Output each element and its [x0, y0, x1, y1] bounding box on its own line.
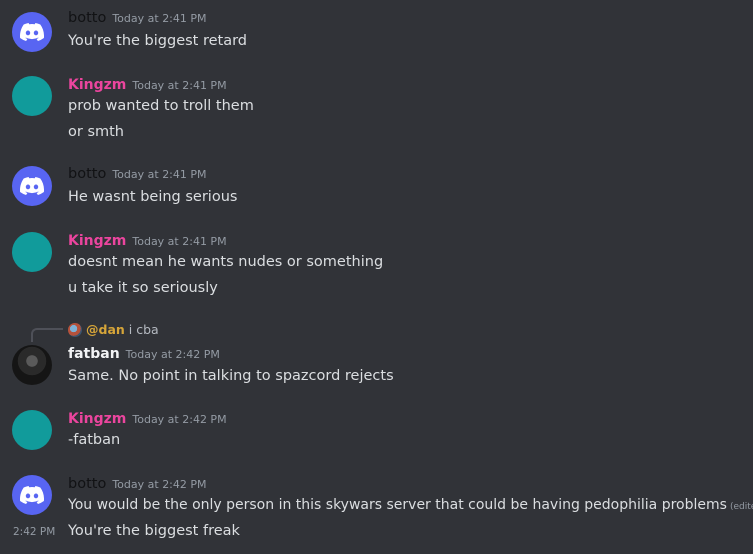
message-text: You're the biggest freak — [68, 523, 240, 539]
reply-text: i cba — [128, 322, 159, 337]
author-name[interactable]: Kingzm Today at 2:41 PM — [68, 233, 227, 249]
avatar[interactable] — [12, 475, 52, 515]
avatar[interactable] — [12, 232, 52, 272]
avatar[interactable] — [12, 345, 52, 385]
edited-label: (edited) — [729, 502, 753, 512]
message-text: Same. No point in talking to spazcord re… — [68, 368, 394, 384]
timestamp: Today at 2:42 PM — [125, 348, 220, 361]
message-text: or smth — [68, 124, 124, 140]
message-text: u take it so seriously — [68, 280, 218, 296]
avatar[interactable] — [12, 166, 52, 206]
reply-avatar — [68, 322, 82, 337]
timestamp: Today at 2:41 PM — [132, 79, 227, 92]
discord-logo-icon — [20, 177, 44, 195]
timestamp: Today at 2:41 PM — [132, 235, 227, 248]
message-text: doesnt mean he wants nudes or something — [68, 254, 384, 270]
timestamp: Today at 2:42 PM — [112, 478, 207, 491]
message-text: You're the biggest retard — [68, 33, 248, 49]
reply-connector — [31, 328, 63, 342]
author-name[interactable]: fatban Today at 2:42 PM — [68, 346, 220, 362]
discord-logo-icon — [20, 486, 44, 504]
avatar[interactable] — [12, 410, 52, 450]
message-text: He wasnt being serious — [68, 189, 238, 205]
avatar[interactable] — [12, 76, 52, 116]
message-text: prob wanted to troll them — [68, 98, 254, 114]
message-text: -fatban — [68, 432, 121, 448]
timestamp: Today at 2:41 PM — [112, 12, 207, 25]
author-name[interactable]: botto Today at 2:42 PM — [68, 476, 207, 492]
reply-author[interactable]: @dan — [86, 322, 125, 337]
discord-logo-icon — [20, 23, 44, 41]
hover-timestamp: 2:42 PM — [13, 526, 56, 538]
avatar[interactable] — [12, 12, 52, 52]
author-name[interactable]: botto Today at 2:41 PM — [68, 10, 207, 26]
author-name[interactable]: Kingzm Today at 2:41 PM — [68, 77, 227, 93]
timestamp: Today at 2:41 PM — [112, 168, 207, 181]
reply-reference[interactable]: @dan i cba — [68, 322, 159, 337]
timestamp: Today at 2:42 PM — [132, 413, 227, 426]
author-name[interactable]: Kingzm Today at 2:42 PM — [68, 411, 227, 427]
message-text: You would be the only person in this sky… — [68, 497, 753, 513]
author-name[interactable]: botto Today at 2:41 PM — [68, 166, 207, 182]
